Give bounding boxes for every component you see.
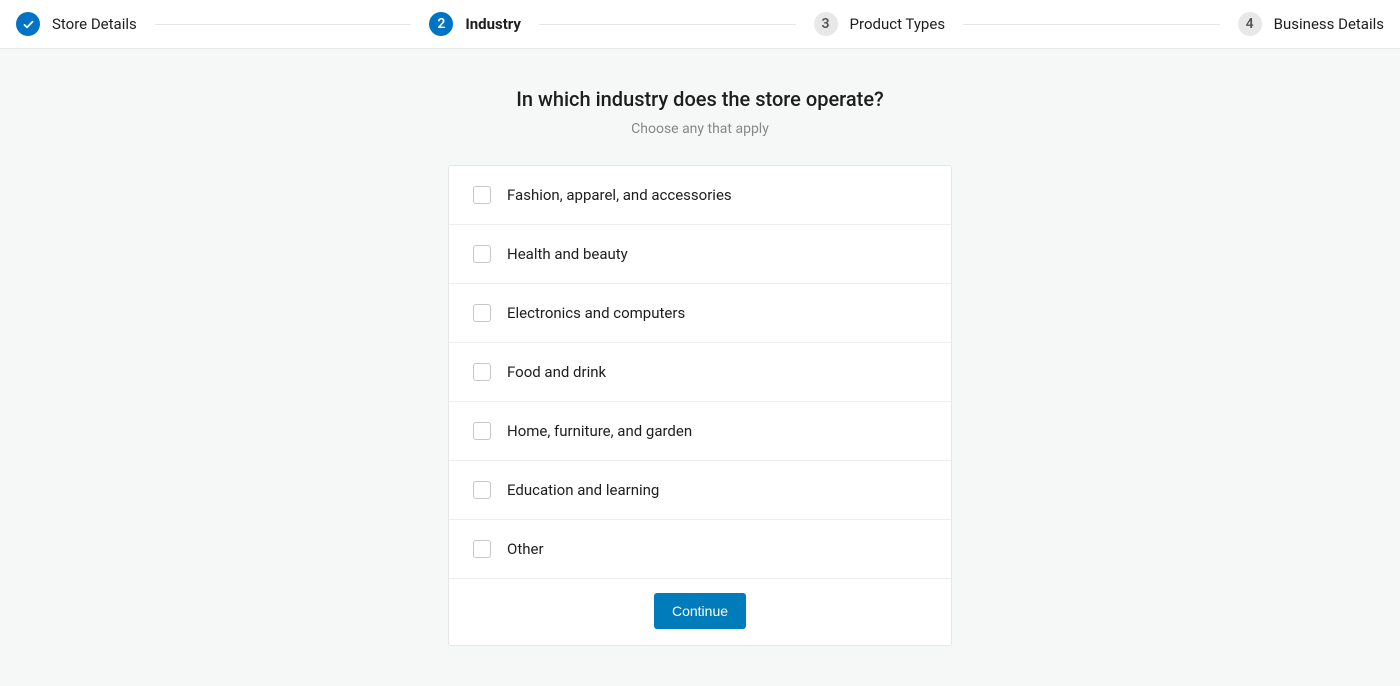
option-health-beauty[interactable]: Health and beauty — [449, 225, 951, 284]
option-label: Other — [507, 540, 544, 558]
option-food-drink[interactable]: Food and drink — [449, 343, 951, 402]
option-fashion[interactable]: Fashion, apparel, and accessories — [449, 166, 951, 225]
checkbox-icon[interactable] — [473, 481, 491, 499]
checkmark-icon — [16, 12, 40, 36]
question-subtitle: Choose any that apply — [631, 121, 769, 137]
step-label: Industry — [465, 15, 521, 33]
step-business-details[interactable]: 4 Business Details — [1238, 12, 1384, 36]
checkbox-icon[interactable] — [473, 245, 491, 263]
question-title: In which industry does the store operate… — [516, 87, 884, 111]
checkbox-icon[interactable] — [473, 422, 491, 440]
step-divider — [539, 24, 796, 25]
checkbox-icon[interactable] — [473, 186, 491, 204]
card-footer: Continue — [449, 579, 951, 645]
step-industry[interactable]: 2 Industry — [429, 12, 521, 36]
step-label: Product Types — [850, 15, 946, 33]
option-label: Food and drink — [507, 363, 606, 381]
option-home-furniture[interactable]: Home, furniture, and garden — [449, 402, 951, 461]
setup-stepper: Store Details 2 Industry 3 Product Types… — [0, 0, 1400, 49]
step-product-types[interactable]: 3 Product Types — [814, 12, 946, 36]
option-label: Education and learning — [507, 481, 659, 499]
step-number-icon: 2 — [429, 12, 453, 36]
option-other[interactable]: Other — [449, 520, 951, 579]
step-number-icon: 3 — [814, 12, 838, 36]
step-divider — [963, 24, 1220, 25]
step-label: Business Details — [1274, 15, 1384, 33]
industry-options-card: Fashion, apparel, and accessories Health… — [448, 165, 952, 646]
checkbox-icon[interactable] — [473, 363, 491, 381]
checkbox-icon[interactable] — [473, 540, 491, 558]
step-number-icon: 4 — [1238, 12, 1262, 36]
option-electronics[interactable]: Electronics and computers — [449, 284, 951, 343]
option-label: Electronics and computers — [507, 304, 685, 322]
step-store-details[interactable]: Store Details — [16, 12, 137, 36]
main-content: In which industry does the store operate… — [0, 49, 1400, 646]
option-label: Home, furniture, and garden — [507, 422, 692, 440]
option-label: Health and beauty — [507, 245, 628, 263]
checkbox-icon[interactable] — [473, 304, 491, 322]
step-divider — [155, 24, 412, 25]
step-label: Store Details — [52, 15, 137, 33]
option-label: Fashion, apparel, and accessories — [507, 186, 732, 204]
continue-button[interactable]: Continue — [654, 593, 746, 629]
option-education[interactable]: Education and learning — [449, 461, 951, 520]
